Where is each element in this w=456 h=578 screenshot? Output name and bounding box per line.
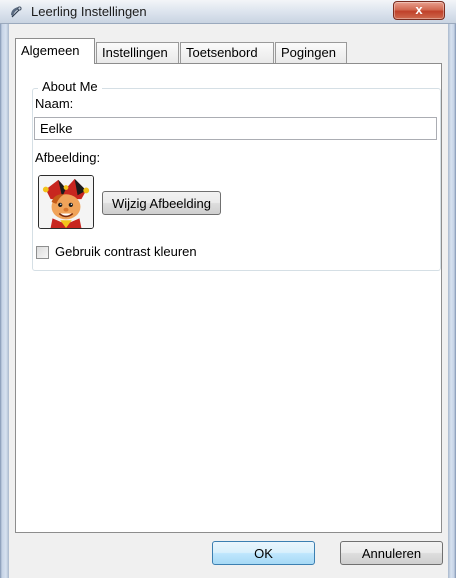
tab-pogingen[interactable]: Pogingen: [275, 42, 347, 63]
close-icon: x: [415, 2, 423, 17]
name-label: Naam:: [35, 96, 74, 111]
contrast-checkbox[interactable]: [36, 246, 49, 259]
window-title: Leerling Instellingen: [31, 4, 147, 19]
tab-instellingen[interactable]: Instellingen: [96, 42, 179, 63]
app-icon: [11, 6, 22, 18]
tab-algemeen[interactable]: Algemeen: [15, 38, 95, 64]
name-input[interactable]: [34, 117, 437, 140]
contrast-checkbox-label[interactable]: Gebruik contrast kleuren: [55, 244, 197, 259]
jester-avatar-icon: [39, 176, 93, 228]
change-image-button[interactable]: Wijzig Afbeelding: [102, 191, 221, 215]
tab-panel-algemeen: About Me Naam: Afbeelding:: [15, 63, 442, 533]
settings-window: Leerling Instellingen x Algemeen Instell…: [0, 0, 456, 578]
window-right-frame: [448, 24, 456, 578]
image-label: Afbeelding:: [35, 150, 101, 165]
cancel-button[interactable]: Annuleren: [340, 541, 443, 565]
title-bar[interactable]: Leerling Instellingen x: [0, 0, 456, 24]
close-button[interactable]: x: [393, 1, 445, 20]
ok-button[interactable]: OK: [212, 541, 315, 565]
window-left-frame: [0, 24, 9, 578]
tab-toetsenbord[interactable]: Toetsenbord: [180, 42, 274, 63]
avatar: [38, 175, 94, 229]
group-title: About Me: [38, 79, 102, 94]
